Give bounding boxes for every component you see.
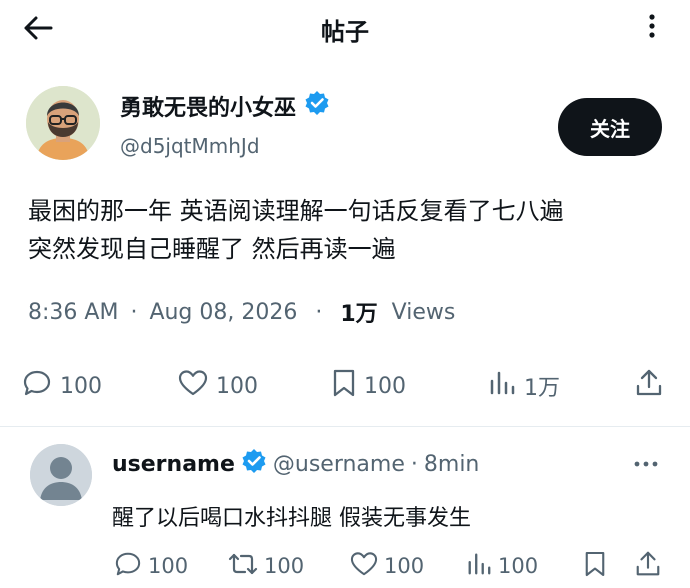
post-text: 最困的那一年 英语阅读理解一句话反复看了七八遍 突然发现自己睡醒了 然后再读一遍 [28, 197, 564, 263]
views-label: Views [391, 299, 456, 325]
reply-time: 8min [423, 451, 480, 477]
reply-icon [114, 551, 142, 582]
top-bar: 帖子 [0, 0, 690, 56]
verified-badge-icon [304, 90, 330, 122]
verified-badge-icon [241, 448, 267, 480]
meta-separator: · [315, 299, 323, 325]
repost-button[interactable]: 100 [228, 548, 304, 584]
reply-reply-button[interactable]: 100 [114, 548, 188, 584]
reply-count: 100 [60, 373, 102, 399]
follow-button[interactable]: 关注 [558, 98, 662, 156]
reply-text: 醒了以后喝口水抖抖腿 假装无事发生 [112, 506, 471, 531]
reply-like-count: 100 [384, 554, 425, 578]
heart-icon [350, 551, 378, 582]
reply-bookmark-button[interactable] [584, 548, 606, 584]
post-actions: 100 100 100 1万 [0, 366, 690, 406]
heart-icon [178, 369, 208, 403]
views-count: 1万 [340, 302, 378, 327]
analytics-icon [488, 369, 516, 403]
bookmark-icon [332, 368, 356, 404]
bookmark-icon [584, 550, 606, 583]
reply-icon [22, 369, 52, 403]
post-date: Aug 08, 2026 [149, 299, 298, 325]
meta-separator: · [130, 299, 138, 325]
bookmark-count: 100 [364, 373, 406, 399]
share-button[interactable] [634, 366, 664, 406]
author-handle[interactable]: @d5jqtMmhJd [120, 134, 260, 158]
display-name-text: 勇敢无畏的小女巫 [120, 96, 297, 121]
like-count: 100 [216, 373, 258, 399]
reply-actions: 100 100 100 100 [0, 548, 690, 584]
reply-like-button[interactable]: 100 [350, 548, 424, 584]
views-button[interactable]: 1万 [488, 366, 560, 406]
reply-author-handle[interactable]: @username [273, 452, 405, 477]
reply-button[interactable]: 100 [22, 366, 102, 406]
meta-separator: · [410, 451, 418, 477]
reply-share-button[interactable] [634, 548, 662, 584]
analytics-icon [466, 551, 492, 582]
page-title: 帖子 [321, 18, 369, 46]
post-time: 8:36 AM [28, 299, 119, 325]
author-avatar[interactable] [26, 86, 100, 160]
reply-views-button[interactable]: 100 [466, 548, 538, 584]
reply-header: username @username · 8min [112, 448, 479, 480]
share-icon [634, 368, 664, 404]
reply-avatar[interactable] [30, 444, 92, 506]
repost-count: 100 [264, 554, 305, 578]
reply-author-name[interactable]: username [112, 452, 235, 477]
divider [0, 426, 690, 427]
post-meta: 8:36 AM · Aug 08, 2026 · 1万 Views [28, 296, 455, 328]
more-vertical-icon[interactable] [636, 10, 668, 42]
reply-reply-count: 100 [148, 554, 189, 578]
bookmark-button[interactable]: 100 [332, 366, 406, 406]
author-display-name[interactable]: 勇敢无畏的小女巫 [120, 90, 330, 122]
reply-views-count: 100 [498, 554, 539, 578]
like-button[interactable]: 100 [178, 366, 258, 406]
more-horizontal-icon[interactable] [630, 452, 662, 476]
views-action-count: 1万 [524, 376, 560, 401]
repost-icon [228, 551, 258, 582]
share-icon [634, 550, 662, 583]
